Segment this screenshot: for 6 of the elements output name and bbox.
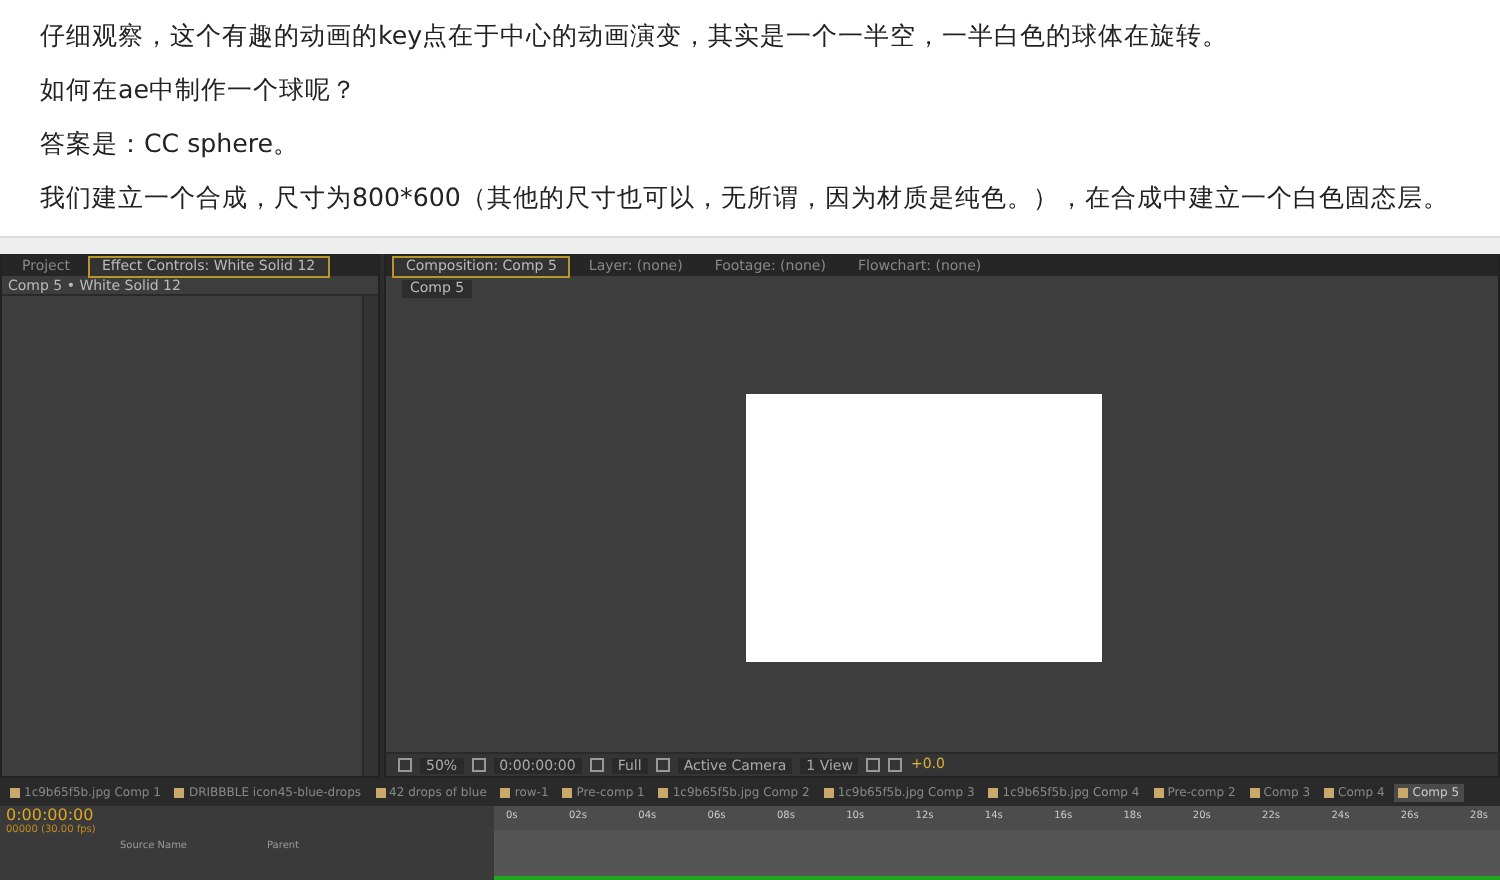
paragraph: 我们建立一个合成，尺寸为800*600（其他的尺寸也可以，无所谓，因为材质是纯色。），在合成中建立一个白色固态层。 — [40, 180, 1451, 216]
timecode[interactable]: 0:00:00:00 — [0, 806, 494, 824]
paragraph: 答案是：CC sphere。 — [40, 126, 302, 162]
paragraph: 如何在ae中制作一个球呢？ — [40, 72, 359, 108]
paragraph: 仔细观察，这个有趣的动画的key点在于中心的动画演变，其实是一个一半空，一半白色的球体在旋转。 — [40, 18, 1231, 54]
scroll-bar[interactable] — [362, 296, 378, 776]
